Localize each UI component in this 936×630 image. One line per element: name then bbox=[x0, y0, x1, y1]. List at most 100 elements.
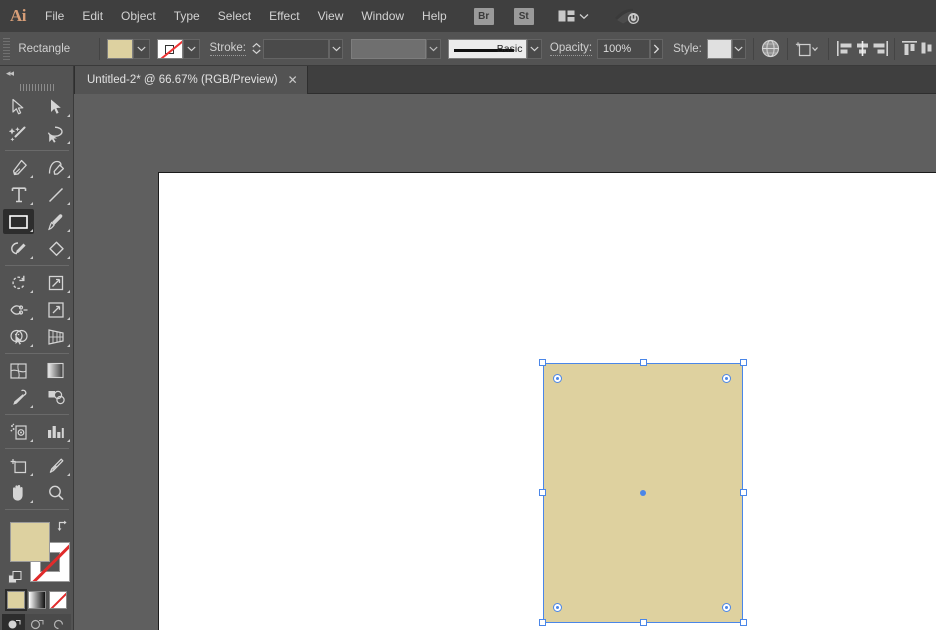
hand-tool[interactable] bbox=[0, 479, 37, 506]
stock-button[interactable]: St bbox=[513, 7, 534, 25]
default-fill-stroke-icon[interactable] bbox=[8, 571, 22, 585]
graphic-styles-panel-button[interactable] bbox=[761, 38, 780, 60]
chevron-down-icon bbox=[530, 46, 539, 51]
stroke-profile-input[interactable] bbox=[350, 38, 427, 59]
magic-wand-tool[interactable] bbox=[0, 120, 37, 147]
tools-panel-grip[interactable] bbox=[0, 81, 73, 93]
menu-select[interactable]: Select bbox=[209, 0, 260, 32]
fill-swatch-large[interactable] bbox=[10, 522, 50, 562]
menu-view[interactable]: View bbox=[309, 0, 353, 32]
paintbrush-tool[interactable] bbox=[37, 208, 74, 235]
align-right-button[interactable] bbox=[871, 38, 889, 60]
direct-selection-tool[interactable] bbox=[37, 93, 74, 120]
line-segment-tool[interactable] bbox=[37, 181, 74, 208]
selection-arrow-icon bbox=[12, 98, 24, 114]
stroke-color-dropdown[interactable] bbox=[182, 38, 200, 59]
menu-edit[interactable]: Edit bbox=[73, 0, 112, 32]
rectangle-tool[interactable] bbox=[0, 208, 37, 235]
document-tab-title: Untitled-2* @ 66.67% (RGB/Preview) bbox=[87, 74, 278, 86]
menu-help[interactable]: Help bbox=[413, 0, 456, 32]
brush-definition-dropdown[interactable] bbox=[527, 38, 542, 59]
opacity-input[interactable]: 100% bbox=[597, 38, 650, 59]
mesh-tool[interactable] bbox=[0, 357, 37, 384]
draw-normal-button[interactable] bbox=[2, 614, 25, 630]
shape-builder-tool[interactable] bbox=[0, 323, 37, 350]
chevron-down-icon bbox=[429, 46, 438, 51]
perspective-grid-tool[interactable] bbox=[37, 323, 74, 350]
canvas-area[interactable] bbox=[74, 94, 936, 630]
eraser-icon bbox=[48, 241, 64, 256]
menu-window[interactable]: Window bbox=[352, 0, 413, 32]
opacity-options-button[interactable] bbox=[649, 38, 664, 59]
type-icon bbox=[11, 186, 26, 202]
blend-tool[interactable] bbox=[37, 384, 74, 411]
graphic-style-swatch[interactable] bbox=[706, 38, 732, 59]
align-center-horizontal-button[interactable] bbox=[853, 38, 871, 60]
collapse-panel-button[interactable]: ◂◂ bbox=[0, 66, 73, 81]
style-label: Style: bbox=[673, 42, 702, 55]
center-anchor-point bbox=[640, 490, 646, 496]
free-transform-tool[interactable] bbox=[37, 296, 74, 323]
handle-top-right bbox=[740, 359, 747, 366]
rotate-tool[interactable] bbox=[0, 269, 37, 296]
draw-behind-button[interactable] bbox=[25, 614, 48, 630]
curvature-tool[interactable] bbox=[37, 154, 74, 181]
lasso-tool[interactable] bbox=[37, 120, 74, 147]
menu-bar-tools: Br St bbox=[473, 6, 641, 26]
menu-file[interactable]: File bbox=[36, 0, 73, 32]
stroke-color-swatch[interactable] bbox=[156, 38, 183, 59]
graphic-style-dropdown[interactable] bbox=[731, 38, 746, 59]
fill-color-dropdown[interactable] bbox=[133, 38, 151, 59]
slice-tool[interactable] bbox=[37, 452, 74, 479]
bridge-button[interactable]: Br bbox=[473, 7, 494, 25]
zoom-tool[interactable] bbox=[37, 479, 74, 506]
scale-tool[interactable] bbox=[37, 269, 74, 296]
pen-tool[interactable] bbox=[0, 154, 37, 181]
close-icon[interactable]: ✕ bbox=[288, 74, 298, 86]
handle-bottom-center bbox=[639, 619, 647, 626]
width-tool[interactable] bbox=[0, 296, 37, 323]
menu-effect[interactable]: Effect bbox=[260, 0, 308, 32]
document-tab[interactable]: Untitled-2* @ 66.67% (RGB/Preview) ✕ bbox=[74, 66, 308, 94]
none-mode-button[interactable] bbox=[48, 591, 67, 609]
menu-object[interactable]: Object bbox=[112, 0, 165, 32]
corner-radius-widget-top-right bbox=[722, 374, 731, 383]
brush-definition-field[interactable]: Basic bbox=[447, 38, 528, 59]
align-top-button[interactable] bbox=[900, 38, 918, 60]
opacity-label: Opacity: bbox=[549, 41, 593, 56]
gradient-tool[interactable] bbox=[37, 357, 74, 384]
menu-type[interactable]: Type bbox=[165, 0, 209, 32]
slice-knife-icon bbox=[49, 458, 63, 473]
direct-selection-arrow-icon bbox=[51, 99, 61, 114]
selection-tool[interactable] bbox=[0, 93, 37, 120]
scale-icon bbox=[48, 275, 63, 290]
transform-panel-button[interactable] bbox=[795, 38, 821, 60]
symbol-sprayer-tool[interactable] bbox=[0, 418, 37, 445]
artboard-tool[interactable] bbox=[0, 452, 37, 479]
align-center-vertical-button[interactable] bbox=[918, 38, 936, 60]
color-mode-button[interactable] bbox=[4, 589, 27, 611]
workspace-switcher[interactable] bbox=[554, 9, 593, 23]
fill-color-swatch[interactable] bbox=[107, 38, 134, 59]
document-tab-bar: Untitled-2* @ 66.67% (RGB/Preview) ✕ bbox=[0, 66, 936, 94]
control-bar-grip[interactable] bbox=[3, 37, 11, 60]
stroke-weight-stepper[interactable] bbox=[251, 39, 263, 59]
gradient-mode-button[interactable] bbox=[27, 591, 46, 609]
corner-radius-widget-bottom-left bbox=[553, 603, 562, 612]
eraser-tool[interactable] bbox=[37, 235, 74, 262]
stroke-weight-input[interactable] bbox=[263, 38, 330, 59]
artboard[interactable] bbox=[158, 172, 936, 630]
column-graph-tool[interactable] bbox=[37, 418, 74, 445]
stroke-profile-dropdown[interactable] bbox=[426, 38, 441, 59]
align-left-button[interactable] bbox=[835, 38, 853, 60]
shaper-tool[interactable] bbox=[0, 235, 37, 262]
handle-top-center bbox=[639, 359, 647, 366]
stroke-weight-dropdown[interactable] bbox=[329, 38, 344, 59]
draw-inside-button[interactable] bbox=[48, 614, 71, 630]
eyedropper-tool[interactable] bbox=[0, 384, 37, 411]
stroke-weight-label: Stroke: bbox=[209, 41, 246, 56]
type-tool[interactable] bbox=[0, 181, 37, 208]
rocket-power-icon[interactable] bbox=[613, 6, 641, 26]
swap-fill-stroke-icon[interactable] bbox=[56, 519, 70, 533]
draw-behind-icon bbox=[30, 619, 43, 629]
